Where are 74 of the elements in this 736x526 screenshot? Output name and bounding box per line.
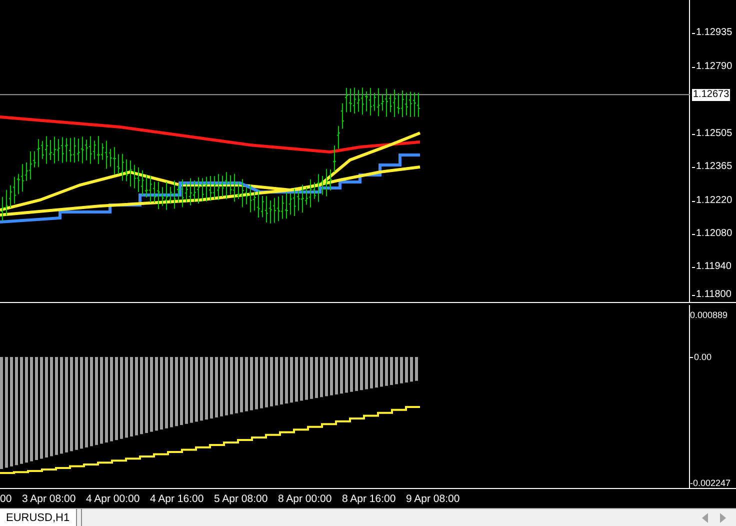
histogram-bar [275, 357, 278, 406]
scroll-right-icon[interactable] [720, 513, 726, 523]
histogram-bar [350, 357, 353, 392]
time-label: 5 Apr 08:00 [213, 492, 269, 507]
histogram-bar [230, 357, 233, 414]
histogram-bar [395, 357, 398, 384]
current-price-label: 1.12673 [692, 88, 730, 101]
histogram-bar [195, 357, 198, 422]
histogram-bar [300, 357, 303, 401]
time-label: 4 Apr 16:00 [149, 492, 205, 507]
histogram-bar [385, 357, 388, 386]
histogram-bar [335, 357, 338, 394]
time-label: 00 [0, 492, 13, 507]
histogram-bar [285, 357, 288, 404]
histogram-bar [305, 357, 308, 400]
histogram-bar [390, 357, 393, 386]
histogram-bar [250, 357, 253, 410]
histogram-bar [280, 357, 283, 404]
histogram-bar [295, 357, 298, 402]
time-label: 9 Apr 08:00 [405, 492, 461, 507]
time-label: 8 Apr 00:00 [277, 492, 333, 507]
histogram-bar [260, 357, 263, 408]
histogram-bar [400, 357, 403, 384]
histogram-bar [185, 357, 188, 424]
histogram-bar [380, 357, 383, 387]
histogram-bar [410, 357, 413, 382]
histogram-bar [370, 357, 373, 388]
histogram-bar [220, 357, 223, 416]
price-label: 1.11800 [692, 289, 732, 301]
price-label: 1.12935 [692, 27, 732, 39]
indicator-label: 0.00 [690, 351, 712, 363]
price-label: 1.12505 [692, 128, 732, 140]
histogram-bar [340, 357, 343, 394]
time-label: 3 Apr 08:00 [21, 492, 77, 507]
price-label: 1.12790 [692, 61, 732, 74]
histogram-bar [345, 357, 348, 393]
histogram-bar [240, 357, 243, 412]
histogram-bar [365, 357, 368, 390]
histogram-bar [225, 357, 228, 416]
time-label: 8 Apr 16:00 [341, 492, 397, 507]
histogram-bar [205, 357, 208, 420]
histogram-bar [270, 357, 273, 406]
histogram-bar [290, 357, 293, 403]
histogram-bar [325, 357, 328, 396]
histogram-bar [190, 357, 193, 423]
histogram-bar [175, 357, 178, 426]
histogram-bar [330, 357, 333, 396]
scroll-left-icon[interactable] [702, 513, 708, 523]
histogram-bar [310, 357, 313, 399]
histogram-bar [265, 357, 268, 408]
histogram-bar [405, 357, 408, 382]
histogram-bar [180, 357, 183, 425]
histogram-bar [210, 357, 213, 418]
time-label: 4 Apr 00:00 [85, 492, 141, 507]
indicator-label: -0.002247 [690, 477, 731, 489]
chart-tab[interactable]: EURUSD,H1 [0, 508, 77, 526]
histogram-bar [360, 357, 363, 390]
histogram-bar [200, 357, 203, 421]
histogram-bar [320, 357, 323, 398]
histogram-bar [315, 357, 318, 398]
histogram-bar [215, 357, 218, 418]
histogram-bar [245, 357, 248, 412]
price-label: 1.12080 [692, 228, 732, 240]
histogram-bar [415, 357, 418, 381]
price-label: 1.12220 [692, 195, 732, 208]
histogram-bar [235, 357, 238, 414]
indicator-label: 0.000889 [690, 309, 728, 321]
price-label: 1.11940 [692, 261, 732, 274]
histogram-bar [255, 357, 258, 410]
histogram-bar [355, 357, 358, 391]
histogram-bar [170, 357, 173, 428]
price-label: 1.12365 [692, 161, 732, 174]
histogram-bar [165, 357, 168, 428]
histogram-bar [375, 357, 378, 388]
